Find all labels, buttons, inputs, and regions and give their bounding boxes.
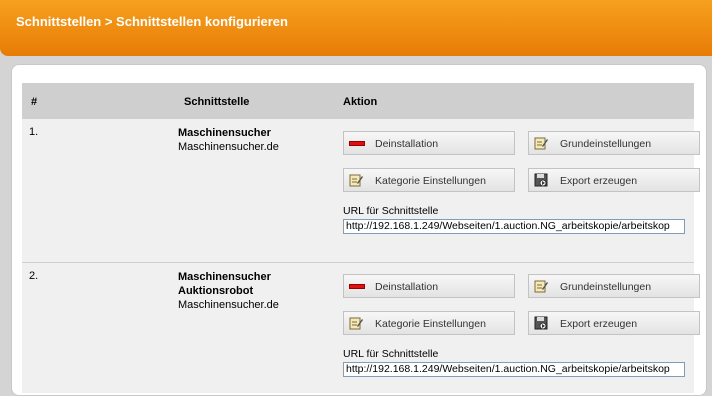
interface-domain: Maschinensucher.de xyxy=(178,299,279,311)
export-button-label: Export erzeugen xyxy=(560,318,638,330)
url-field[interactable]: http://192.168.1.249/Webseiten/1.auction… xyxy=(343,219,685,234)
category-settings-button-label: Kategorie Einstellungen xyxy=(375,318,486,330)
table-row: 2. Maschinensucher Auktionsrobot Maschin… xyxy=(22,263,700,393)
disk-export-icon xyxy=(534,316,548,330)
edit-note-icon xyxy=(349,174,363,187)
row-number: 2. xyxy=(29,270,39,282)
disk-export-icon xyxy=(534,173,548,187)
minus-red-icon xyxy=(349,141,365,146)
interface-name-line: Maschinensucher xyxy=(178,271,271,283)
interface-name-line: Auktionsrobot xyxy=(178,285,254,297)
minus-red-icon xyxy=(349,284,365,289)
url-field[interactable]: http://192.168.1.249/Webseiten/1.auction… xyxy=(343,362,685,377)
url-label: URL für Schnittstelle xyxy=(343,205,439,217)
table-header: # Schnittstelle Aktion xyxy=(22,83,694,119)
interface-name-line: Maschinensucher xyxy=(178,127,271,139)
table-row: 1. Maschinensucher Maschinensucher.de De… xyxy=(22,119,700,263)
basic-settings-button[interactable]: Grundeinstellungen xyxy=(528,131,700,155)
url-label: URL für Schnittstelle xyxy=(343,348,439,360)
interface-domain: Maschinensucher.de xyxy=(178,141,279,153)
column-header-action: Aktion xyxy=(343,96,378,108)
export-button-label: Export erzeugen xyxy=(560,175,638,187)
uninstall-button[interactable]: Deinstallation xyxy=(343,274,515,298)
row-number: 1. xyxy=(29,126,39,138)
interface-name: Maschinensucher Auktionsrobot Maschinens… xyxy=(178,270,279,312)
column-header-interface: Schnittstelle xyxy=(184,96,250,108)
basic-settings-button-label: Grundeinstellungen xyxy=(560,281,652,293)
edit-note-icon xyxy=(349,317,363,330)
interface-name: Maschinensucher Maschinensucher.de xyxy=(178,126,279,154)
edit-note-icon xyxy=(534,137,548,150)
export-button[interactable]: Export erzeugen xyxy=(528,311,700,335)
category-settings-button[interactable]: Kategorie Einstellungen xyxy=(343,311,515,335)
uninstall-button-label: Deinstallation xyxy=(375,138,439,150)
edit-note-icon xyxy=(534,280,548,293)
column-header-number: # xyxy=(31,96,38,108)
basic-settings-button-label: Grundeinstellungen xyxy=(560,138,652,150)
export-button[interactable]: Export erzeugen xyxy=(528,168,700,192)
uninstall-button[interactable]: Deinstallation xyxy=(343,131,515,155)
category-settings-button-label: Kategorie Einstellungen xyxy=(375,175,486,187)
breadcrumb: Schnittstellen > Schnittstellen konfigur… xyxy=(16,14,288,29)
basic-settings-button[interactable]: Grundeinstellungen xyxy=(528,274,700,298)
page-header: Schnittstellen > Schnittstellen konfigur… xyxy=(0,0,712,56)
category-settings-button[interactable]: Kategorie Einstellungen xyxy=(343,168,515,192)
uninstall-button-label: Deinstallation xyxy=(375,281,439,293)
